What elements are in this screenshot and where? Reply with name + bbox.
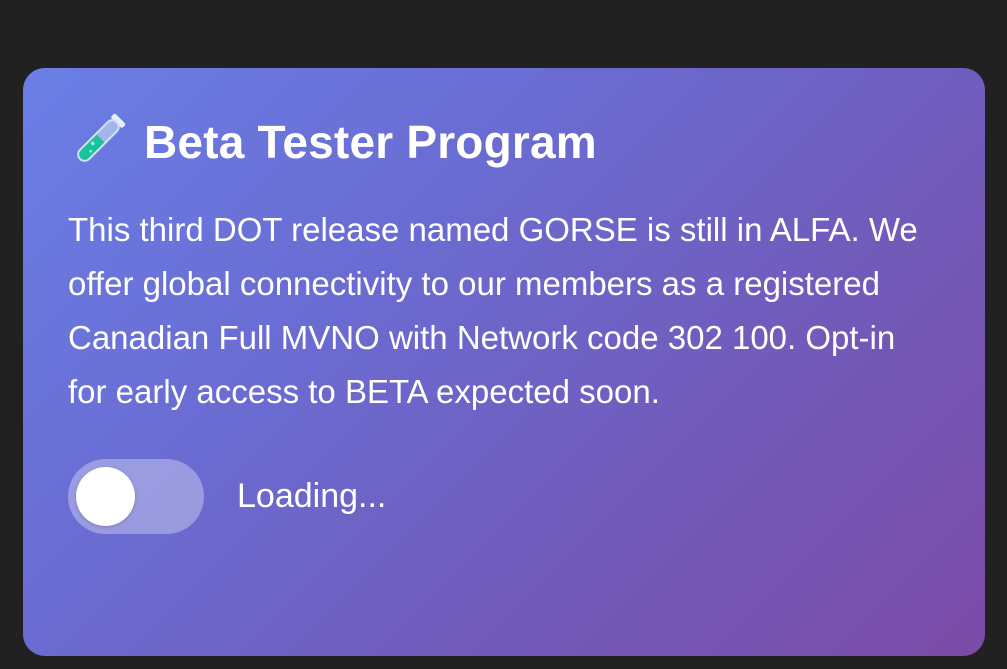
toggle-status-label: Loading...	[237, 477, 387, 515]
beta-opt-in-toggle[interactable]	[68, 459, 204, 534]
card-header: Beta Tester Program	[68, 112, 940, 172]
toggle-knob[interactable]	[76, 467, 135, 526]
card-description: This third DOT release named GORSE is st…	[68, 211, 918, 410]
beta-tester-card: Beta Tester Program This third DOT relea…	[23, 68, 985, 656]
opt-in-row: Loading...	[68, 459, 940, 534]
test-tube-icon	[77, 113, 126, 162]
card-title: Beta Tester Program	[144, 116, 597, 168]
